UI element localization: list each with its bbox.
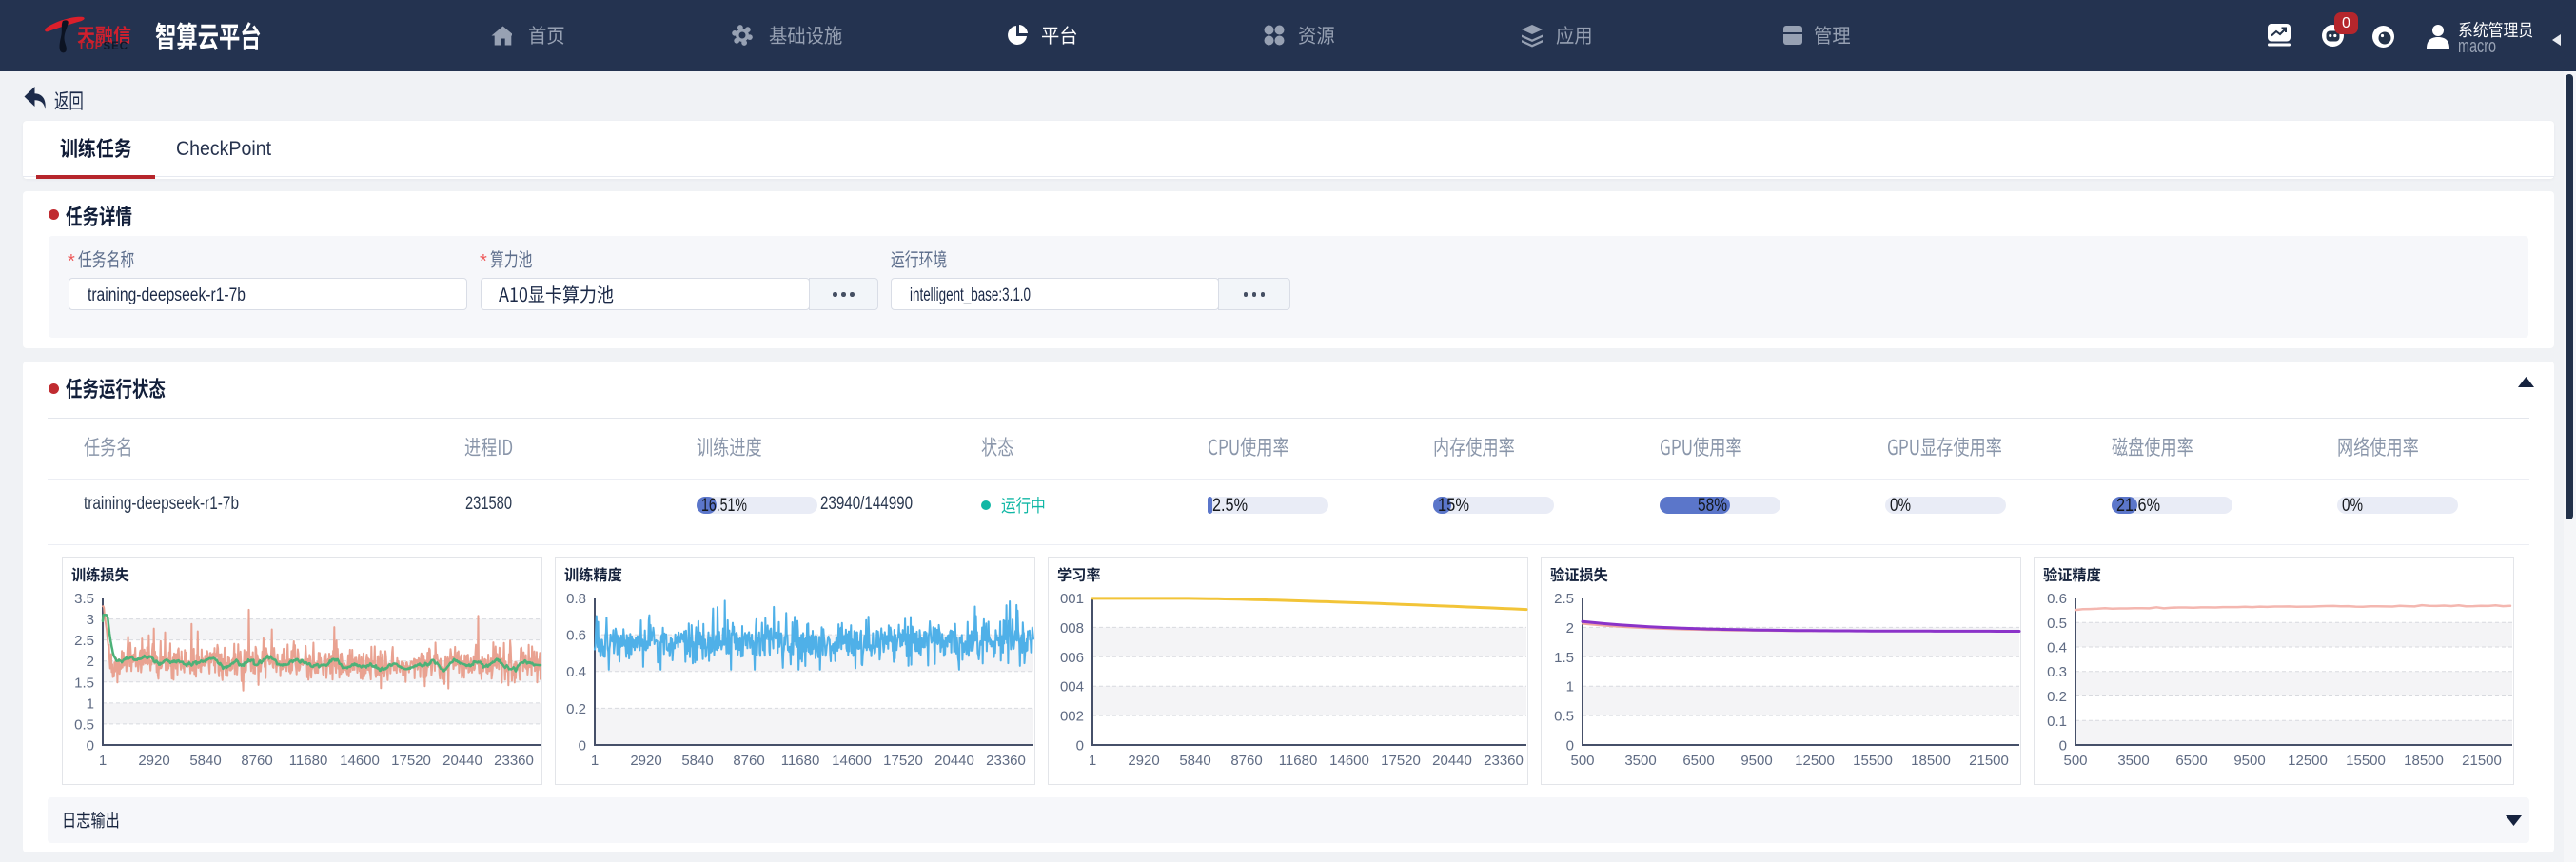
svg-text:11680: 11680 — [289, 753, 328, 769]
svg-text:0.6: 0.6 — [566, 628, 586, 644]
svg-text:3.5: 3.5 — [74, 591, 94, 607]
svg-text:CheckPoint: CheckPoint — [176, 138, 271, 160]
svg-text:2: 2 — [1566, 620, 1574, 637]
svg-text:8760: 8760 — [733, 753, 764, 769]
svg-text:001: 001 — [1060, 591, 1084, 607]
svg-text:006: 006 — [1060, 650, 1084, 666]
svg-text:20440: 20440 — [1432, 753, 1472, 769]
svg-text:11680: 11680 — [1279, 753, 1318, 769]
svg-text:0: 0 — [579, 738, 586, 754]
svg-text:231580: 231580 — [465, 494, 512, 514]
svg-text:11680: 11680 — [781, 753, 820, 769]
svg-text:0.5: 0.5 — [1554, 709, 1574, 725]
svg-text:intelligent_base:3.1.0: intelligent_base:3.1.0 — [910, 285, 1031, 305]
svg-text:0.1: 0.1 — [2047, 714, 2067, 730]
svg-text:macro: macro — [2458, 36, 2496, 57]
svg-text:8760: 8760 — [1230, 753, 1262, 769]
svg-text:0.4: 0.4 — [2047, 640, 2067, 656]
svg-text:14600: 14600 — [340, 753, 380, 769]
svg-text:20440: 20440 — [934, 753, 974, 769]
svg-text:17520: 17520 — [1381, 753, 1421, 769]
svg-text:5840: 5840 — [681, 753, 713, 769]
svg-text:training-deepseek-r1-7b: training-deepseek-r1-7b — [84, 494, 239, 514]
svg-text:0.2: 0.2 — [566, 701, 586, 717]
svg-text:2920: 2920 — [630, 753, 661, 769]
svg-text:0.5: 0.5 — [74, 716, 94, 733]
svg-text:1: 1 — [1089, 753, 1096, 769]
svg-text:18500: 18500 — [2404, 753, 2444, 769]
svg-text:0%: 0% — [1890, 496, 1911, 516]
svg-text:0: 0 — [1566, 738, 1574, 754]
svg-text:14600: 14600 — [832, 753, 872, 769]
svg-text:9500: 9500 — [1740, 753, 1772, 769]
svg-text:6500: 6500 — [2175, 753, 2207, 769]
svg-text:21500: 21500 — [1969, 753, 2009, 769]
svg-text:20440: 20440 — [442, 753, 482, 769]
svg-text:58%: 58% — [1698, 496, 1727, 516]
svg-text:3500: 3500 — [1624, 753, 1656, 769]
svg-text:23360: 23360 — [494, 753, 534, 769]
svg-text:18500: 18500 — [1911, 753, 1951, 769]
svg-text:6500: 6500 — [1682, 753, 1714, 769]
svg-text:0.8: 0.8 — [566, 591, 586, 607]
svg-text:3: 3 — [87, 612, 94, 628]
svg-text:008: 008 — [1060, 620, 1084, 637]
svg-text:0.4: 0.4 — [566, 664, 586, 680]
svg-text:5840: 5840 — [189, 753, 221, 769]
svg-text:21.6%: 21.6% — [2116, 496, 2160, 516]
svg-text:12500: 12500 — [2288, 753, 2328, 769]
svg-text:2: 2 — [87, 654, 94, 670]
svg-text:0%: 0% — [2342, 496, 2363, 516]
svg-text:0.6: 0.6 — [2047, 591, 2067, 607]
svg-text:1.5: 1.5 — [74, 675, 94, 691]
svg-text:0.5: 0.5 — [2047, 616, 2067, 632]
svg-text:2.5%: 2.5% — [1212, 496, 1248, 516]
svg-text:500: 500 — [1570, 753, 1594, 769]
svg-text:21500: 21500 — [2462, 753, 2502, 769]
svg-text:2.5: 2.5 — [1554, 591, 1574, 607]
svg-text:1: 1 — [1566, 679, 1574, 695]
svg-text:1: 1 — [87, 695, 94, 712]
svg-text:500: 500 — [2063, 753, 2087, 769]
svg-text:2920: 2920 — [138, 753, 169, 769]
svg-text:0: 0 — [87, 738, 94, 754]
svg-text:004: 004 — [1060, 679, 1084, 695]
svg-text:1: 1 — [99, 753, 107, 769]
svg-text:9500: 9500 — [2233, 753, 2265, 769]
svg-text:23940/144990: 23940/144990 — [820, 494, 913, 514]
svg-text:15%: 15% — [1438, 496, 1469, 516]
svg-text:0.2: 0.2 — [2047, 689, 2067, 705]
svg-text:0.3: 0.3 — [2047, 664, 2067, 680]
svg-text:1: 1 — [591, 753, 599, 769]
svg-text:5840: 5840 — [1179, 753, 1210, 769]
svg-text:15500: 15500 — [2346, 753, 2386, 769]
svg-text:16.51%: 16.51% — [701, 496, 747, 516]
svg-text:training-deepseek-r1-7b: training-deepseek-r1-7b — [88, 285, 246, 305]
svg-text:17520: 17520 — [391, 753, 431, 769]
svg-text:002: 002 — [1060, 709, 1084, 725]
svg-text:2920: 2920 — [1128, 753, 1159, 769]
svg-text:14600: 14600 — [1329, 753, 1369, 769]
svg-text:15500: 15500 — [1853, 753, 1893, 769]
svg-text:23360: 23360 — [1484, 753, 1524, 769]
svg-text:2.5: 2.5 — [74, 633, 94, 649]
svg-text:0: 0 — [2059, 738, 2067, 754]
svg-text:0: 0 — [1076, 738, 1084, 754]
svg-text:17520: 17520 — [883, 753, 923, 769]
svg-text:8760: 8760 — [241, 753, 272, 769]
svg-text:3500: 3500 — [2117, 753, 2149, 769]
svg-text:1.5: 1.5 — [1554, 650, 1574, 666]
svg-text:23360: 23360 — [986, 753, 1026, 769]
svg-text:12500: 12500 — [1795, 753, 1835, 769]
